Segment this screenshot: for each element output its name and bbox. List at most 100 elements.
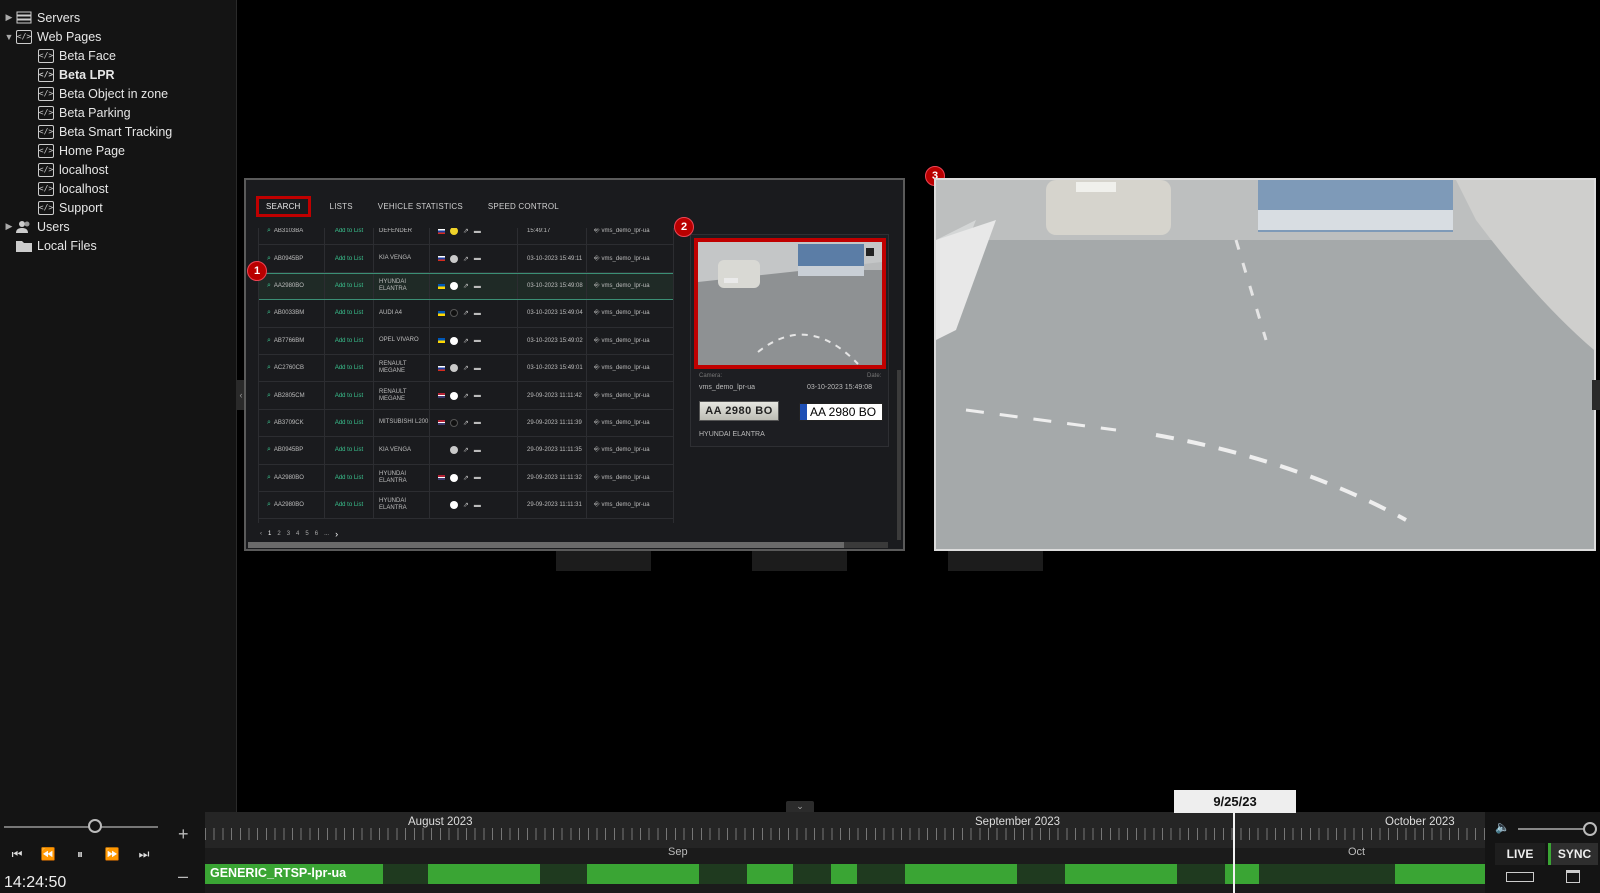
tree-item-home-page[interactable]: </> Home Page (36, 141, 125, 160)
tree-item-localhost[interactable]: </> localhost (36, 160, 108, 179)
add-to-list-link[interactable]: Add to List (325, 228, 374, 245)
table-row[interactable]: ⌕ AB0945BP Add to List KIA VENGA ⇗ ▬ 29-09… (259, 437, 673, 465)
sync-button[interactable]: SYNC (1548, 843, 1598, 865)
search-icon[interactable]: ⌕ (267, 337, 271, 345)
playhead[interactable] (1233, 812, 1235, 893)
add-to-list-link[interactable]: Add to List (325, 355, 374, 382)
search-icon[interactable]: ⌕ (267, 446, 271, 454)
expand-arrow-icon[interactable]: ▶ (4, 12, 14, 23)
tree-item-users[interactable]: ▶ Users (4, 217, 70, 236)
tree-item-local-files[interactable]: Local Files (14, 236, 97, 255)
layout-icon[interactable] (1506, 872, 1534, 882)
tree-item-servers[interactable]: ▶ Servers (4, 8, 81, 27)
expand-arrow-icon[interactable]: ▶ (4, 221, 14, 232)
tree-item-localhost[interactable]: </> localhost (36, 179, 108, 198)
recording-segment[interactable] (905, 864, 1017, 884)
add-to-list-link[interactable]: Add to List (325, 492, 374, 519)
volume-icon[interactable]: 🔈 (1495, 820, 1510, 834)
search-icon[interactable]: ⌕ (267, 501, 271, 509)
timeline[interactable]: August 2023 September 2023 October 2023 … (205, 812, 1485, 893)
table-row[interactable]: ⌕ AA2980BO Add to List HYUNDAI ELANTRA ⇗ ▬… (259, 464, 673, 492)
zoom-out-icon[interactable]: – (178, 866, 188, 887)
table-row[interactable]: ⌕ AB2805CM Add to List RENAULT MEGANE ⇗ ▬ … (259, 382, 673, 410)
search-icon[interactable]: ⌕ (267, 282, 271, 290)
table-row[interactable]: ⌕ AB3709CK Add to List MITSUBISHI L200 ⇗ ▬… (259, 409, 673, 438)
vehicle-attributes: ⇗ ▬ (430, 273, 518, 300)
add-to-list-link[interactable]: Add to List (325, 300, 374, 327)
add-to-list-link[interactable]: Add to List (325, 409, 374, 437)
add-to-list-link[interactable]: Add to List (325, 245, 374, 272)
search-icon[interactable]: ⌕ (267, 392, 271, 400)
skip-forward-icon[interactable]: ⏭ (133, 846, 155, 862)
skip-back-icon[interactable]: ⏮ (6, 846, 28, 862)
recording-segment[interactable] (1395, 864, 1485, 884)
add-to-list-link[interactable]: Add to List (325, 464, 374, 491)
tab-vehicle-statistics[interactable]: VEHICLE STATISTICS (372, 197, 469, 216)
search-icon[interactable]: ⌕ (267, 255, 271, 263)
recording-segment[interactable] (831, 864, 857, 884)
pause-icon[interactable]: ⏸ (69, 846, 91, 862)
vehicle-model: DEFENDER (374, 228, 430, 245)
add-to-list-link[interactable]: Add to List (325, 382, 374, 409)
volume-slider-knob[interactable] (1583, 822, 1597, 836)
page-link[interactable]: 3 (287, 531, 290, 537)
tree-item-beta-object-in-zone[interactable]: </> Beta Object in zone (36, 84, 168, 103)
camera-view[interactable] (934, 178, 1596, 551)
scrollbar-thumb[interactable] (248, 542, 844, 548)
table-row[interactable]: ⌕ AB0945BP Add to List KIA VENGA ⇗ ▬ 03-10… (259, 245, 673, 273)
next-page-icon[interactable]: › (335, 529, 338, 539)
table-row[interactable]: ⌕ AC2760CB Add to List RENAULT MEGANE ⇗ ▬ … (259, 355, 673, 383)
recording-segment[interactable] (747, 864, 793, 884)
vertical-scrollbar[interactable] (897, 370, 901, 540)
page-link[interactable]: 4 (296, 531, 299, 537)
vehicle-snapshot[interactable] (694, 238, 886, 369)
table-row[interactable]: ⌕ AB3103BA Add to List DEFENDER ⇗ ▬ 15:49:… (259, 228, 673, 246)
tab-speed-control[interactable]: SPEED CONTROL (482, 197, 565, 216)
camera-icon: ⎆ (594, 364, 602, 372)
speed-slider[interactable] (4, 826, 158, 828)
add-to-list-link[interactable]: Add to List (325, 327, 374, 354)
recording-segment[interactable] (587, 864, 699, 884)
table-row[interactable]: ⌕ AA2980BO Add to List HYUNDAI ELANTRA ⇗ ▬… (259, 492, 673, 520)
table-row[interactable]: ⌕ AB0033BM Add to List AUDI A4 ⇗ ▬ 03-10-2… (259, 300, 673, 328)
add-to-list-link[interactable]: Add to List (325, 437, 374, 464)
live-button[interactable]: LIVE (1495, 843, 1545, 865)
page-link[interactable]: 2 (277, 531, 280, 537)
right-panel-handle[interactable] (1592, 380, 1600, 410)
search-icon[interactable]: ⌕ (267, 228, 271, 235)
tab-lists[interactable]: LISTS (324, 197, 359, 216)
volume-slider[interactable] (1518, 828, 1590, 830)
page-link[interactable]: 5 (305, 531, 308, 537)
fast-forward-icon[interactable]: ⏩ (101, 846, 123, 862)
horizontal-scrollbar[interactable] (248, 542, 888, 548)
camera-track[interactable]: GENERIC_RTSP-lpr-ua (205, 864, 1485, 884)
calendar-icon[interactable] (1566, 870, 1580, 883)
add-to-list-link[interactable]: Add to List (325, 273, 374, 300)
page-link[interactable]: 6 (315, 531, 318, 537)
search-icon[interactable]: ⌕ (267, 364, 271, 372)
tree-item-support[interactable]: </> Support (36, 198, 103, 217)
collapse-timeline-icon[interactable]: ⌄ (786, 801, 814, 812)
collapse-arrow-icon[interactable]: ▼ (4, 32, 14, 42)
recording-segment[interactable] (1225, 864, 1259, 884)
timeline-ruler[interactable]: August 2023 September 2023 October 2023 … (205, 812, 1485, 858)
speed-slider-knob[interactable] (88, 819, 102, 833)
search-icon[interactable]: ⌕ (267, 474, 271, 482)
tree-item-web-pages[interactable]: ▼ </> Web Pages (4, 27, 101, 46)
zoom-in-icon[interactable]: + (178, 824, 189, 845)
tree-item-beta-face[interactable]: </> Beta Face (36, 46, 116, 65)
tab-search[interactable]: SEARCH (256, 195, 311, 217)
prev-page-icon[interactable]: ‹ (260, 531, 262, 537)
search-icon[interactable]: ⌕ (267, 419, 271, 427)
recording-segment[interactable] (1065, 864, 1177, 884)
page-link[interactable]: 1 (268, 531, 271, 537)
table-row-selected[interactable]: ⌕ AA2980BO Add to List HYUNDAI ELANTRA ⇗ ▬… (259, 272, 673, 301)
recording-segment[interactable] (428, 864, 540, 884)
search-icon[interactable]: ⌕ (267, 309, 271, 317)
tree-item-beta-parking[interactable]: </> Beta Parking (36, 103, 131, 122)
tree-item-beta-lpr[interactable]: </> Beta LPR (36, 65, 115, 84)
flag-icon (438, 256, 445, 262)
table-row[interactable]: ⌕ AB7766BM Add to List OPEL VIVARO ⇗ ▬ 03-… (259, 327, 673, 355)
tree-item-beta-smart-tracking[interactable]: </> Beta Smart Tracking (36, 122, 172, 141)
rewind-icon[interactable]: ⏪ (37, 846, 59, 862)
